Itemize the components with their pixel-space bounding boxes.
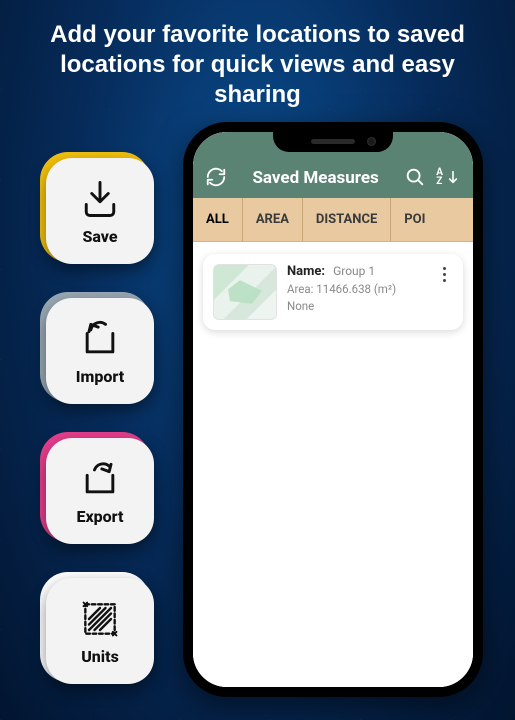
feature-label: Save (82, 227, 117, 246)
refresh-icon[interactable] (205, 166, 227, 188)
sort-az-icon[interactable]: A Z (436, 166, 461, 188)
feature-label: Import (76, 367, 124, 386)
name-label: Name: (287, 264, 325, 279)
feature-import[interactable]: Import (46, 298, 160, 408)
list-area: Name: Group 1 Area: 11466.638 (m²) None (193, 242, 473, 687)
phone-screen: Saved Measures A Z ALL AREA DISTANCE POI (193, 132, 473, 687)
phone-mock: Saved Measures A Z ALL AREA DISTANCE POI (183, 122, 483, 697)
tab-distance[interactable]: DISTANCE (303, 198, 391, 241)
download-icon (78, 177, 122, 221)
feature-save[interactable]: Save (46, 158, 160, 268)
name-value: Group 1 (333, 264, 375, 278)
phone-speaker (311, 139, 355, 144)
phone-camera (367, 137, 376, 146)
tab-area[interactable]: AREA (243, 198, 303, 241)
app-bar-title: Saved Measures (237, 168, 394, 188)
tab-poi[interactable]: POI (391, 198, 433, 241)
page-headline: Add your favorite locations to saved loc… (0, 20, 515, 110)
extra-line: None (287, 299, 425, 313)
area-line: Area: 11466.638 (m²) (287, 282, 425, 296)
sort-letter-z: Z (436, 177, 443, 186)
tab-bar: ALL AREA DISTANCE POI (193, 198, 473, 242)
search-icon[interactable] (404, 166, 426, 188)
feature-export[interactable]: Export (46, 438, 160, 548)
import-icon (78, 317, 122, 361)
tab-all[interactable]: ALL (193, 198, 243, 241)
feature-list: Save Import Ex (46, 158, 160, 688)
export-icon (78, 457, 122, 501)
sort-az-letters: A Z (436, 168, 443, 186)
feature-label: Export (76, 507, 123, 526)
feature-units[interactable]: Units (46, 578, 160, 688)
units-icon (78, 597, 122, 641)
more-icon[interactable] (435, 264, 453, 282)
feature-label: Units (81, 647, 119, 666)
card-body: Name: Group 1 Area: 11466.638 (m²) None (287, 264, 425, 313)
map-thumbnail (213, 264, 277, 320)
measure-card[interactable]: Name: Group 1 Area: 11466.638 (m²) None (203, 254, 463, 330)
